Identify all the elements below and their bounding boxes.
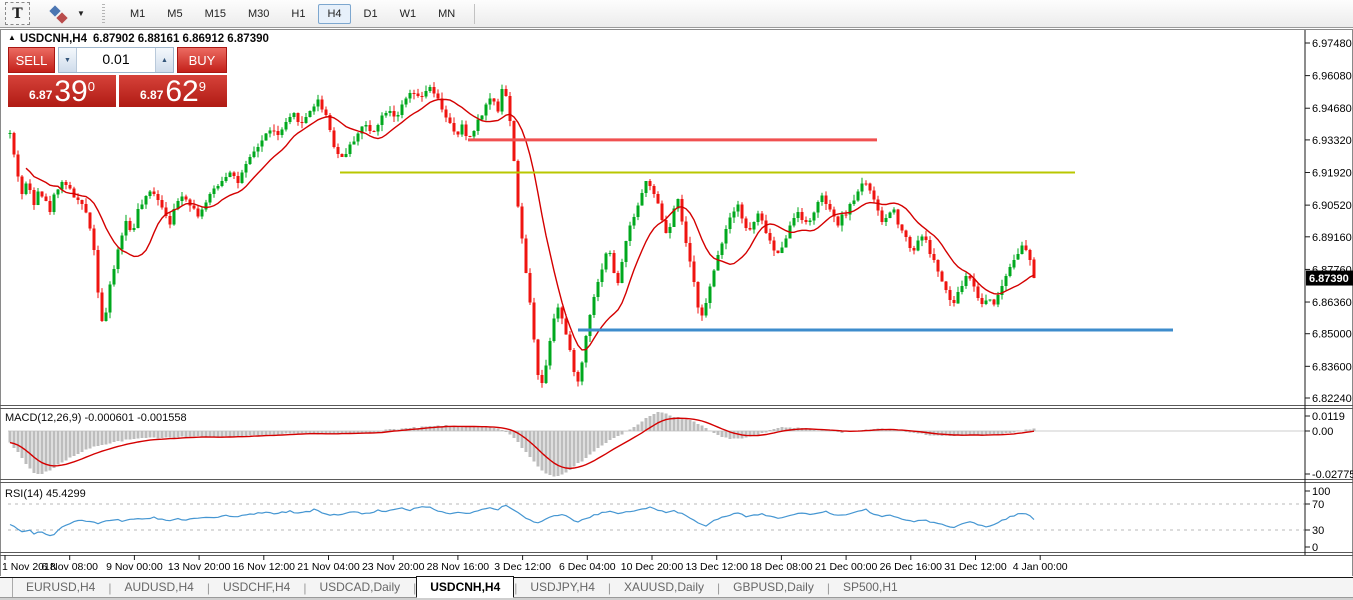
rsi-axis-label: 100 (1312, 486, 1330, 498)
symbol-tab-bar: EURUSD,H4|AUDUSD,H4|USDCHF,H4|USDCAD,Dai… (0, 577, 1353, 597)
rsi-label: RSI(14) 45.4299 (5, 488, 86, 500)
price-axis-label: 6.89160 (1312, 232, 1352, 244)
symbol-period-label: USDCNH,H4 (20, 33, 87, 45)
time-axis-label: 13 Nov 20:00 (168, 561, 231, 573)
time-axis-label: 6 Dec 04:00 (559, 561, 616, 573)
price-axis-label: 6.83600 (1312, 361, 1352, 373)
volume-decrease-button[interactable]: ▼ (59, 48, 77, 72)
chart-title: ▲ USDCNH,H4 6.87902 6.88161 6.86912 6.8739… (8, 33, 269, 45)
symbol-tab-sp500[interactable]: SP500,H1 (830, 578, 911, 597)
buy-price-prefix: 6.87 (140, 88, 163, 102)
buy-button[interactable]: BUY (177, 47, 227, 73)
buy-price-pips: 62 (165, 78, 198, 107)
price-axis-label: 6.86360 (1312, 297, 1352, 309)
sell-price-prefix: 6.87 (29, 88, 52, 102)
time-axis-label: 10 Dec 20:00 (621, 561, 684, 573)
symbol-tab-eurusd[interactable]: EURUSD,H4 (13, 578, 108, 597)
price-axis-label: 6.91920 (1312, 168, 1352, 180)
tab-scroll-edge[interactable] (0, 578, 13, 597)
price-axis-label: 6.94680 (1312, 103, 1352, 115)
macd-label: MACD(12,26,9) -0.000601 -0.001558 (5, 412, 187, 424)
chart-background (0, 29, 1353, 576)
time-axis-label: 3 Dec 12:00 (494, 561, 551, 573)
price-axis-label: 6.82240 (1312, 393, 1352, 405)
time-axis-label: 26 Dec 16:00 (880, 561, 943, 573)
time-axis-label: 13 Dec 12:00 (685, 561, 748, 573)
time-axis-label: 21 Dec 00:00 (815, 561, 878, 573)
time-axis-label: 23 Nov 20:00 (362, 561, 425, 573)
sell-price-pips: 39 (54, 78, 87, 107)
symbol-tab-audusd[interactable]: AUDUSD,H4 (111, 578, 206, 597)
macd-axis-label: 0.0119 (1312, 411, 1345, 423)
time-axis-label: 18 Dec 08:00 (750, 561, 813, 573)
symbol-tab-gbpusd[interactable]: GBPUSD,Daily (720, 578, 827, 597)
current-price-label: 6.87390 (1309, 273, 1349, 285)
buy-price-point: 9 (199, 79, 206, 94)
price-axis-label: 6.97480 (1312, 38, 1352, 50)
rsi-axis-label: 70 (1312, 499, 1324, 511)
time-axis-label: 6 Nov 08:00 (41, 561, 98, 573)
time-axis-label: 28 Nov 16:00 (427, 561, 490, 573)
time-axis-label: 31 Dec 12:00 (944, 561, 1007, 573)
time-axis-label: 21 Nov 04:00 (297, 561, 360, 573)
rsi-axis-label: 0 (1312, 542, 1318, 554)
volume-value[interactable]: 0.01 (77, 48, 155, 72)
symbol-tab-usdjpy[interactable]: USDJPY,H4 (517, 578, 607, 597)
symbol-tab-usdchf[interactable]: USDCHF,H4 (210, 578, 303, 597)
price-axis-label: 6.93320 (1312, 135, 1352, 147)
macd-axis-label: 0.00 (1312, 426, 1333, 438)
sell-price-point: 0 (88, 79, 95, 94)
mt4-window: T ▼ M1M5M15M30H1H4D1W1MN 6.974806.960806… (0, 0, 1353, 600)
one-click-trading-panel: SELL ▼ 0.01 ▲ BUY 6.87 39 0 6.87 62 9 (8, 47, 227, 107)
price-axis-label: 6.85000 (1312, 329, 1352, 341)
symbol-tab-usdcad[interactable]: USDCAD,Daily (306, 578, 413, 597)
sell-button[interactable]: SELL (8, 47, 55, 73)
volume-increase-button[interactable]: ▲ (155, 48, 173, 72)
ohlc-values: 6.87902 6.88161 6.86912 6.87390 (93, 33, 269, 45)
rsi-axis-label: 30 (1312, 525, 1324, 537)
time-axis-label: 9 Nov 00:00 (106, 561, 163, 573)
price-axis-label: 6.96080 (1312, 71, 1352, 83)
buy-price-quote[interactable]: 6.87 62 9 (119, 75, 227, 107)
time-axis-label: 16 Nov 12:00 (233, 561, 296, 573)
symbol-tab-usdcnh[interactable]: USDCNH,H4 (416, 576, 514, 598)
volume-stepper: ▼ 0.01 ▲ (58, 47, 174, 73)
time-axis-label: 4 Jan 00:00 (1013, 561, 1068, 573)
price-axis-label: 6.90520 (1312, 200, 1352, 212)
sell-price-quote[interactable]: 6.87 39 0 (8, 75, 116, 107)
macd-axis-label: -0.027754 (1312, 469, 1353, 481)
collapse-arrow-icon[interactable]: ▲ (8, 33, 16, 42)
symbol-tab-xauusd[interactable]: XAUUSD,Daily (611, 578, 717, 597)
